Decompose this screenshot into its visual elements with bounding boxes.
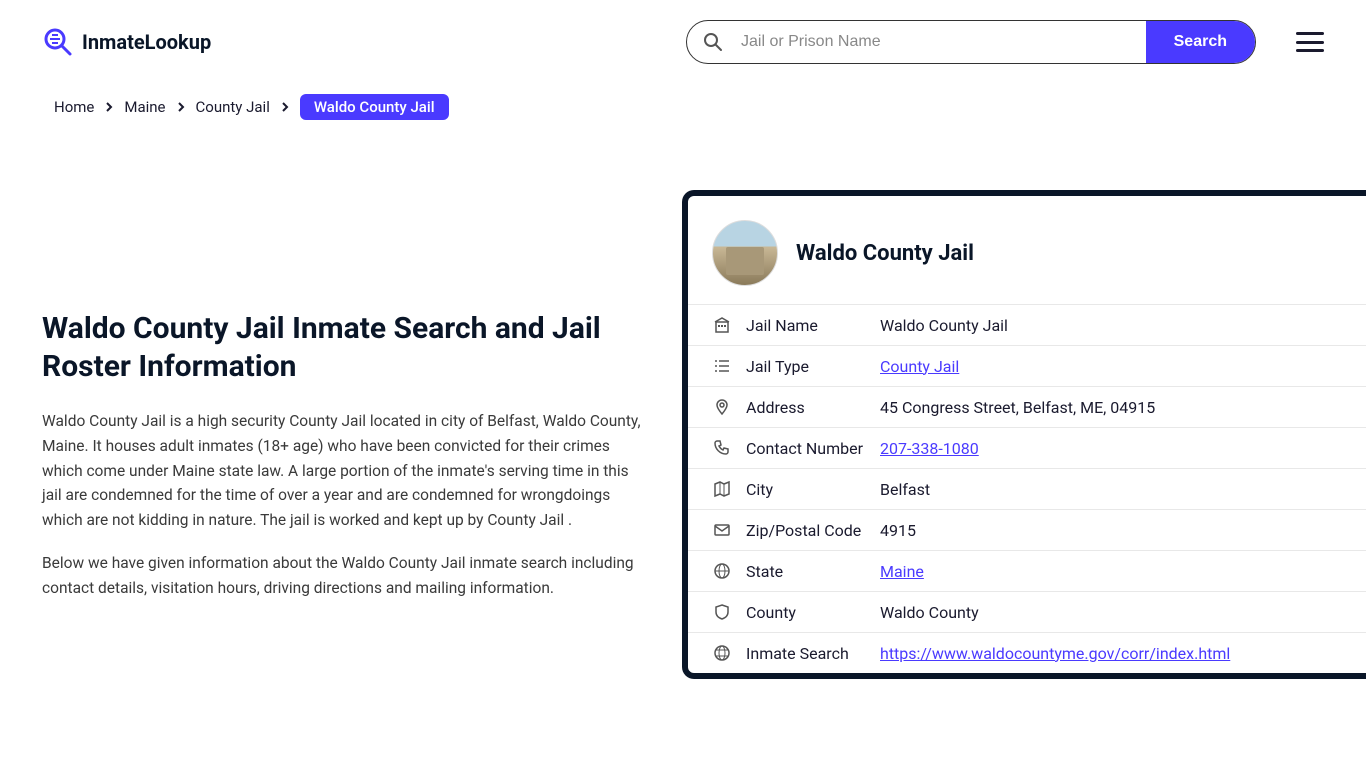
badge-icon [712,602,732,622]
info-label: State [746,562,866,581]
info-row: Zip/Postal Code 4915 [688,509,1366,550]
chevron-right-icon [104,102,114,112]
info-label: County [746,603,866,622]
logo[interactable]: InmateLookup [42,26,211,58]
info-label: City [746,480,866,499]
list-icon [712,356,732,376]
page-title: Waldo County Jail Inmate Search and Jail… [42,310,642,385]
logo-icon [42,26,74,58]
web-icon [712,643,732,663]
phone-icon [712,438,732,458]
info-label: Jail Type [746,357,866,376]
info-row: Address 45 Congress Street, Belfast, ME, … [688,386,1366,427]
search-input[interactable] [733,21,1146,63]
info-value: Waldo County Jail [880,316,1008,335]
envelope-icon [712,520,732,540]
pin-icon [712,397,732,417]
map-icon [712,479,732,499]
info-value[interactable]: https://www.waldocountyme.gov/corr/index… [880,644,1230,663]
info-label: Inmate Search [746,644,866,663]
breadcrumb-current: Waldo County Jail [300,94,449,120]
breadcrumb-home[interactable]: Home [54,98,94,116]
info-label: Zip/Postal Code [746,521,866,540]
info-row: Contact Number 207-338-1080 [688,427,1366,468]
info-label: Address [746,398,866,417]
search-button[interactable]: Search [1146,21,1255,63]
globe-icon [712,561,732,581]
card-title: Waldo County Jail [796,241,974,266]
info-row: Inmate Search https://www.waldocountyme.g… [688,632,1366,673]
jail-avatar [712,220,778,286]
info-row: Jail Type County Jail [688,345,1366,386]
chevron-right-icon [280,102,290,112]
description-paragraph-1: Waldo County Jail is a high security Cou… [42,409,642,533]
search-form: Search [686,20,1256,64]
info-row: City Belfast [688,468,1366,509]
breadcrumb-state[interactable]: Maine [124,98,165,116]
chevron-right-icon [176,102,186,112]
info-value[interactable]: 207-338-1080 [880,439,979,458]
info-row: State Maine [688,550,1366,591]
info-value: Belfast [880,480,930,499]
search-icon [687,32,733,52]
info-card: Waldo County Jail Jail Name Waldo County … [682,190,1366,679]
menu-button[interactable] [1296,32,1324,52]
info-value[interactable]: County Jail [880,357,959,376]
info-value[interactable]: Maine [880,562,924,581]
info-value: Waldo County [880,603,979,622]
building-icon [712,315,732,335]
breadcrumb-type[interactable]: County Jail [196,98,270,116]
breadcrumb: Home Maine County Jail Waldo County Jail [0,84,1366,130]
info-value: 4915 [880,521,916,540]
info-row: County Waldo County [688,591,1366,632]
logo-text: InmateLookup [82,30,211,54]
description-paragraph-2: Below we have given information about th… [42,551,642,601]
info-label: Contact Number [746,439,866,458]
info-value: 45 Congress Street, Belfast, ME, 04915 [880,398,1155,417]
info-row: Jail Name Waldo County Jail [688,304,1366,345]
info-label: Jail Name [746,316,866,335]
